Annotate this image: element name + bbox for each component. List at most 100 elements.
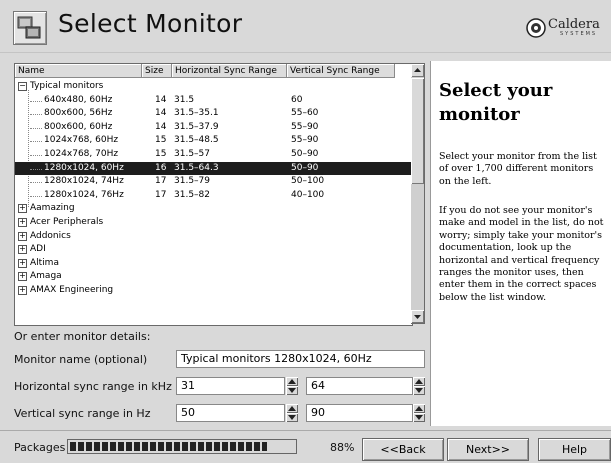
column-header-name[interactable]: Name xyxy=(15,64,142,78)
vsync-min-spinner[interactable] xyxy=(286,404,298,422)
help-paragraph-1: Select your monitor from the list of ove… xyxy=(439,151,597,187)
hsync-min-input[interactable]: 31 xyxy=(176,377,285,395)
expand-icon[interactable]: + xyxy=(18,204,27,214)
group-label: Amaga xyxy=(30,271,62,282)
progress-fill xyxy=(70,442,267,451)
monitor-size: 15 xyxy=(155,135,167,146)
group-label: ADI xyxy=(30,244,46,255)
monitor-name: 800x600, 56Hz xyxy=(44,108,113,119)
arrow-up-icon xyxy=(288,379,296,384)
group-label: Typical monitors xyxy=(30,81,104,91)
scroll-down-button[interactable] xyxy=(411,310,424,323)
list-item[interactable]: 1280x1024, 74Hz 17 31.5–79 50–100 xyxy=(15,175,412,189)
spin-up-button[interactable] xyxy=(413,404,425,413)
monitor-name: 1280x1024, 76Hz xyxy=(44,189,124,200)
column-header-vsync[interactable]: Vertical Sync Range xyxy=(287,64,395,78)
logo-subtext: SYSTEMS xyxy=(560,31,598,37)
column-header-hsync[interactable]: Horizontal Sync Range xyxy=(172,64,287,78)
arrow-down-icon xyxy=(288,415,296,420)
page-title: Select Monitor xyxy=(58,9,243,38)
spin-up-button[interactable] xyxy=(286,404,298,413)
list-item[interactable]: 640x480, 60Hz 14 31.5 60 xyxy=(15,94,412,108)
expand-icon[interactable]: + xyxy=(18,231,27,241)
vsync-max-input[interactable]: 90 xyxy=(306,404,413,422)
list-rows: − Typical monitors 640x480, 60Hz 14 31.5… xyxy=(15,80,412,298)
arrow-down-icon xyxy=(415,415,423,420)
monitor-name: 1024x768, 60Hz xyxy=(44,135,119,146)
spin-up-button[interactable] xyxy=(286,377,298,386)
group-label: Aamazing xyxy=(30,203,75,214)
monitor-name-input[interactable]: Typical monitors 1280x1024, 60Hz xyxy=(176,350,425,368)
collapse-icon[interactable]: − xyxy=(18,82,27,91)
scroll-thumb[interactable] xyxy=(411,78,424,184)
spin-down-button[interactable] xyxy=(413,386,425,395)
spin-up-button[interactable] xyxy=(413,377,425,386)
vsync-max-spinner[interactable] xyxy=(413,404,425,422)
arrow-down-icon xyxy=(288,388,296,393)
tree-group[interactable]: + Amaga xyxy=(15,270,412,284)
list-item[interactable]: 800x600, 56Hz 14 31.5–35.1 55–60 xyxy=(15,107,412,121)
tree-group[interactable]: + Addonics xyxy=(15,230,412,244)
next-button[interactable]: Next>> xyxy=(447,438,529,461)
expand-icon[interactable]: + xyxy=(18,245,27,255)
monitor-name: 1024x768, 70Hz xyxy=(44,148,119,159)
monitor-hsync: 31.5 xyxy=(174,94,195,105)
details-heading: Or enter monitor details: xyxy=(14,330,151,343)
list-scrollbar[interactable] xyxy=(411,63,425,324)
vsync-label: Vertical sync range in Hz xyxy=(14,407,151,420)
hsync-max-input[interactable]: 64 xyxy=(306,377,413,395)
monitor-hsync: 31.5–37.9 xyxy=(174,121,219,132)
tree-group[interactable]: + Aamazing xyxy=(15,202,412,216)
help-button[interactable]: Help xyxy=(538,438,611,461)
arrow-down-icon xyxy=(415,388,423,393)
back-button[interactable]: <<Back xyxy=(362,438,444,461)
scroll-up-button[interactable] xyxy=(411,64,424,77)
expand-icon[interactable]: + xyxy=(18,285,27,295)
monitor-name-label: Monitor name (optional) xyxy=(14,353,148,366)
arrow-up-icon xyxy=(415,406,423,411)
monitor-vsync: 55–90 xyxy=(291,121,319,132)
monitor-vsync: 50–90 xyxy=(291,148,319,159)
list-item[interactable]: 1024x768, 70Hz 15 31.5–57 50–90 xyxy=(15,148,412,162)
tree-group[interactable]: + ADI xyxy=(15,243,412,257)
monitor-size: 14 xyxy=(155,94,167,105)
group-label: Acer Peripherals xyxy=(30,216,104,227)
list-item[interactable]: 1024x768, 60Hz 15 31.5–48.5 55–90 xyxy=(15,134,412,148)
tree-group[interactable]: + Acer Peripherals xyxy=(15,216,412,230)
arrow-up-icon xyxy=(415,379,423,384)
expand-icon[interactable]: + xyxy=(18,217,27,227)
hsync-min-spinner[interactable] xyxy=(286,377,298,395)
expand-icon[interactable]: + xyxy=(18,272,27,282)
monitor-vsync: 50–100 xyxy=(291,176,325,187)
monitor-vsync: 55–90 xyxy=(291,135,319,146)
vsync-min-input[interactable]: 50 xyxy=(176,404,285,422)
spin-down-button[interactable] xyxy=(413,413,425,422)
list-item-selected[interactable]: 1280x1024, 60Hz 16 31.5–64.3 50–90 xyxy=(15,161,412,176)
arrow-up-icon xyxy=(288,406,296,411)
tree-group-typical[interactable]: − Typical monitors xyxy=(15,80,412,94)
monitor-name: 1280x1024, 60Hz xyxy=(44,162,124,173)
help-panel: Select your monitor Select your monitor … xyxy=(430,61,611,426)
monitor-vsync: 50–90 xyxy=(291,162,319,173)
group-label: Addonics xyxy=(30,230,71,241)
arrow-down-icon xyxy=(414,315,421,319)
monitor-size: 17 xyxy=(155,176,167,187)
group-label: AMAX Engineering xyxy=(30,284,114,295)
spin-down-button[interactable] xyxy=(286,413,298,422)
monitor-vsync: 55–60 xyxy=(291,108,319,119)
expand-icon[interactable]: + xyxy=(18,258,27,268)
monitor-list[interactable]: Name Size Horizontal Sync Range Vertical… xyxy=(14,63,413,326)
spin-down-button[interactable] xyxy=(286,386,298,395)
hsync-max-spinner[interactable] xyxy=(413,377,425,395)
column-header-size[interactable]: Size xyxy=(142,64,172,78)
arrow-up-icon xyxy=(414,68,421,72)
monitor-setup-icon xyxy=(13,11,47,45)
packages-label: Packages xyxy=(14,441,66,454)
list-item[interactable]: 800x600, 60Hz 14 31.5–37.9 55–90 xyxy=(15,121,412,135)
monitor-size: 15 xyxy=(155,148,167,159)
monitor-name: 800x600, 60Hz xyxy=(44,121,113,132)
tree-group[interactable]: + Altima xyxy=(15,257,412,271)
monitor-name: 640x480, 60Hz xyxy=(44,94,113,105)
list-item[interactable]: 1280x1024, 76Hz 17 31.5–82 40–100 xyxy=(15,189,412,203)
tree-group[interactable]: + AMAX Engineering xyxy=(15,284,412,298)
